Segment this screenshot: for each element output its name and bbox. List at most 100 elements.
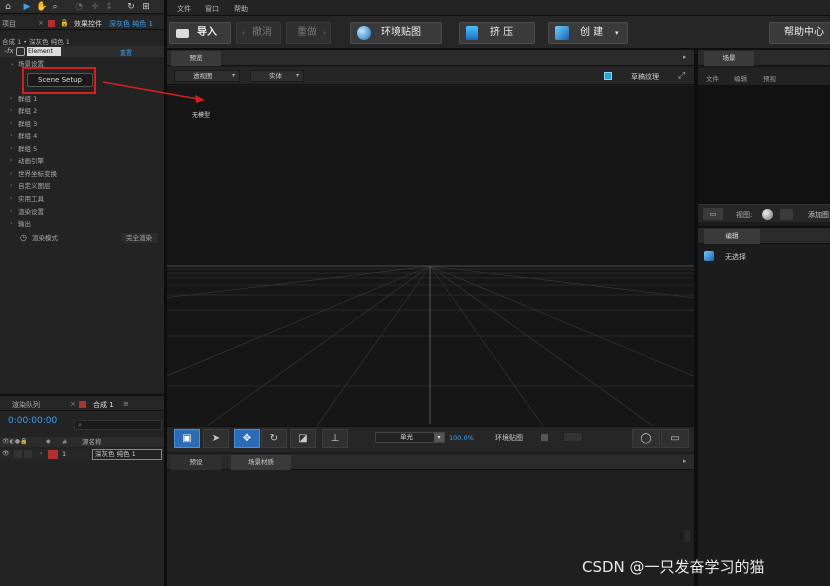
menu-file[interactable]: 文件 bbox=[177, 4, 191, 14]
fx-icon[interactable]: fx bbox=[7, 47, 14, 55]
render-mode-select[interactable]: 完全渲染 bbox=[121, 233, 157, 243]
menu-window[interactable]: 窗口 bbox=[205, 4, 219, 14]
chevron-right-icon[interactable]: › bbox=[40, 450, 42, 457]
menu-help[interactable]: 帮助 bbox=[234, 4, 248, 14]
tab-effects[interactable]: 效果控件 bbox=[74, 19, 102, 29]
stopwatch-icon[interactable]: ◷ bbox=[20, 232, 27, 244]
panel-menu-arrow-icon[interactable]: ▸ bbox=[683, 457, 687, 465]
env-map-button[interactable]: 环境贴图 bbox=[350, 22, 442, 44]
tab-comp-1[interactable]: 合成 1 bbox=[93, 400, 114, 410]
tree-row-utilities[interactable]: › 实用工具 bbox=[0, 193, 164, 205]
chevron-right-icon[interactable]: › bbox=[10, 105, 12, 117]
close-icon[interactable]: × bbox=[70, 400, 76, 408]
chevron-right-icon[interactable]: › bbox=[10, 168, 12, 180]
chevron-right-icon[interactable]: › bbox=[10, 218, 12, 230]
audio-toggle[interactable] bbox=[14, 450, 22, 458]
scrollbar[interactable] bbox=[684, 530, 690, 542]
close-icon[interactable]: × bbox=[38, 19, 44, 27]
render-mode-dropdown[interactable]: 实体 ▾ bbox=[250, 70, 304, 82]
select-tool-button[interactable]: ➤ bbox=[203, 429, 229, 448]
move-tool-icon[interactable]: ✛ bbox=[90, 2, 100, 12]
tab-edit[interactable]: 编辑 bbox=[704, 229, 760, 244]
tab-scene-materials[interactable]: 场景材质 bbox=[231, 455, 291, 470]
rotate-tool-icon[interactable]: ↻ bbox=[126, 2, 136, 12]
rotate-tool-button[interactable]: ↻ bbox=[261, 429, 287, 448]
chevron-right-icon[interactable]: › bbox=[10, 180, 12, 192]
chevron-right-icon[interactable]: › bbox=[10, 93, 12, 105]
layer-color-label[interactable] bbox=[48, 450, 58, 459]
create-button[interactable]: 创 建 ▾ bbox=[548, 22, 628, 44]
tab-scene[interactable]: 场景 bbox=[704, 51, 754, 66]
add-button[interactable]: 添加图 bbox=[808, 210, 829, 220]
scale-tool-button[interactable]: ◪ bbox=[290, 429, 316, 448]
env-map-checkbox[interactable] bbox=[541, 434, 548, 441]
sphere-view-icon[interactable] bbox=[762, 209, 773, 220]
object-view-icon[interactable] bbox=[780, 209, 793, 220]
tree-row-custom-layers[interactable]: › 自定义图层 bbox=[0, 180, 164, 192]
visibility-icon[interactable]: 👁 bbox=[2, 450, 10, 457]
orbit-tool-icon[interactable]: ◔ bbox=[74, 2, 84, 12]
chevron-down-icon[interactable]: ⌄ bbox=[10, 58, 15, 70]
tree-row-animation-engine[interactable]: › 动画引擎 bbox=[0, 155, 164, 167]
chevron-right-icon[interactable]: › bbox=[10, 193, 12, 205]
home-icon[interactable]: ⌂ bbox=[3, 2, 13, 12]
select-tool-icon[interactable]: ▶ bbox=[22, 2, 32, 12]
tree-row-output[interactable]: › 输出 bbox=[0, 218, 164, 230]
axis-tool-button[interactable]: ⊥ bbox=[322, 429, 348, 448]
layer-search-input[interactable]: ⌕ bbox=[74, 420, 162, 430]
reset-link[interactable]: 重置 bbox=[120, 48, 132, 57]
display-button[interactable]: ▭ bbox=[661, 429, 689, 448]
chevron-right-icon[interactable]: › bbox=[10, 206, 12, 218]
add-folder-icon[interactable]: ▭ bbox=[703, 208, 723, 220]
tab-render-queue[interactable]: 渲染队列 bbox=[12, 400, 40, 410]
help-center-button[interactable]: 帮助中心 bbox=[769, 22, 830, 44]
dolly-tool-icon[interactable]: ↕ bbox=[104, 2, 114, 12]
camera-tool-button[interactable]: ▣ bbox=[174, 429, 200, 448]
tree-row-group-1[interactable]: › 群组 1 bbox=[0, 93, 164, 105]
undo-label: 撤消 bbox=[252, 27, 272, 38]
import-button[interactable]: 导入 bbox=[169, 22, 231, 44]
scene-menu-preview[interactable]: 预视 bbox=[763, 73, 776, 83]
move-tool-button[interactable]: ✥ bbox=[234, 429, 260, 448]
tab-preview[interactable]: 预览 bbox=[171, 51, 221, 66]
tree-row-group-2[interactable]: › 群组 2 bbox=[0, 105, 164, 117]
lighting-dropdown[interactable]: 单光 ▾ bbox=[375, 432, 445, 443]
undo-button[interactable]: ‹ 撤消 bbox=[236, 22, 281, 44]
cube-icon bbox=[16, 47, 25, 56]
extrude-button[interactable]: 挤 压 bbox=[459, 22, 535, 44]
scene-menu-edit[interactable]: 编辑 bbox=[734, 73, 747, 83]
tree-row-group-4[interactable]: › 群组 4 bbox=[0, 130, 164, 142]
layer-name[interactable]: 深灰色 纯色 1 bbox=[92, 449, 162, 460]
tab-presets[interactable]: 预设 bbox=[171, 455, 221, 470]
tree-row-world-transform[interactable]: › 世界坐标变换 bbox=[0, 168, 164, 180]
scene-list[interactable] bbox=[698, 86, 830, 204]
effect-row[interactable]: ⌄ fx Element 重置 bbox=[0, 46, 164, 57]
3d-viewport[interactable] bbox=[167, 86, 694, 426]
zoom-tool-icon[interactable]: ⌕ bbox=[50, 2, 60, 12]
tab-project[interactable]: 项目 bbox=[2, 19, 16, 29]
tree-row-group-5[interactable]: › 群组 5 bbox=[0, 143, 164, 155]
solo-toggle[interactable] bbox=[24, 450, 32, 458]
timecode[interactable]: 0:00:00:00 bbox=[8, 416, 57, 426]
panel-menu-arrow-icon[interactable]: ▸ bbox=[683, 53, 687, 61]
folder-icon bbox=[176, 29, 189, 38]
draft-texture-checkbox[interactable] bbox=[604, 72, 612, 80]
chevron-right-icon[interactable]: › bbox=[10, 130, 12, 142]
tree-row-group-3[interactable]: › 群组 3 bbox=[0, 118, 164, 130]
env-map-swatch[interactable] bbox=[563, 432, 583, 442]
hand-tool-icon[interactable]: ✋ bbox=[36, 2, 47, 12]
expand-icon[interactable]: ⤢ bbox=[678, 71, 688, 81]
lock-icon[interactable]: 🔒 bbox=[60, 19, 69, 27]
render-preview-button[interactable]: ◯ bbox=[632, 429, 660, 448]
menu-icon[interactable]: ≡ bbox=[123, 400, 129, 408]
tree-row-render-settings[interactable]: › 渲染设置 bbox=[0, 206, 164, 218]
chevron-right-icon[interactable]: › bbox=[10, 118, 12, 130]
pan-behind-tool-icon[interactable]: ⊞ bbox=[141, 2, 151, 12]
zoom-percentage[interactable]: 100.0% bbox=[449, 434, 474, 442]
redo-button[interactable]: 重做 › bbox=[286, 22, 331, 44]
chevron-right-icon[interactable]: › bbox=[10, 143, 12, 155]
av-switch-icons: 👁◐●🔒 bbox=[2, 438, 28, 445]
camera-dropdown[interactable]: 透视图 ▾ bbox=[174, 70, 240, 82]
scene-menu-file[interactable]: 文件 bbox=[706, 73, 719, 83]
chevron-right-icon[interactable]: › bbox=[10, 155, 12, 167]
